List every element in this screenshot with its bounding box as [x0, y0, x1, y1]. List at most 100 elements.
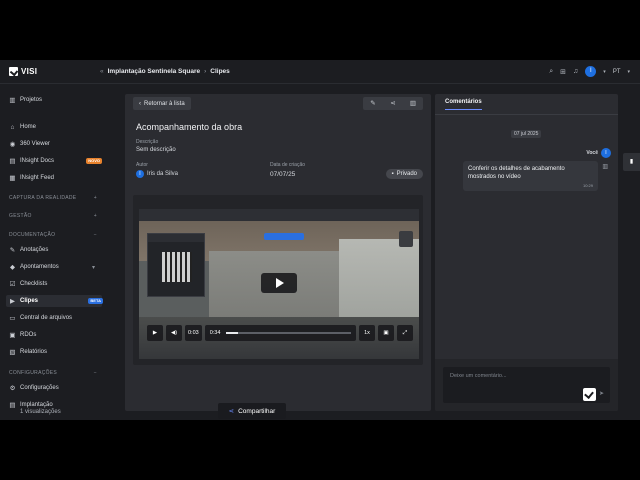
comments-panel: Comentários 07 jul 2025 Você I Conferir … [435, 94, 618, 411]
author-label: Autor [136, 162, 148, 168]
chevron-down-icon[interactable]: ▾ [627, 69, 630, 75]
docs-icon: ▤ [9, 157, 16, 165]
section-label: GESTÃO [9, 213, 32, 219]
search-icon[interactable]: ⌕ [549, 68, 553, 76]
progress-bar[interactable]: 0:34 [204, 325, 356, 341]
video-container: ▶ ◀) 0:03 0:34 1x ▣ ⤢ [133, 195, 423, 365]
collapse-sidebar-icon[interactable]: « [100, 68, 104, 75]
sidebar-item-label: Projetos [20, 97, 43, 103]
avatar[interactable]: I [585, 66, 597, 77]
gear-icon: ⚙ [9, 384, 16, 392]
section-capture[interactable]: CAPTURA DA REALIDADE + [9, 195, 97, 201]
breadcrumb: « Implantação Sentinela Square › Clipes [100, 68, 230, 75]
sidebar-item-rdos[interactable]: ▣ RDOs [9, 329, 101, 341]
top-bar: VISI « Implantação Sentinela Square › Cl… [0, 60, 640, 84]
bell-icon[interactable]: ♫ [573, 68, 578, 75]
breadcrumb-section[interactable]: Clipes [210, 68, 230, 75]
description-value: Sem descrição [136, 147, 176, 153]
sidebar-item-360-viewer[interactable]: ◉ 360 Viewer [9, 138, 101, 150]
chevron-right-icon: › [204, 68, 207, 75]
chevron-down-icon[interactable]: ▾ [603, 69, 606, 75]
minus-icon[interactable]: − [94, 370, 97, 376]
breadcrumb-project[interactable]: Implantação Sentinela Square [108, 68, 200, 75]
sidebar-item-label: INsight Docs [20, 158, 55, 164]
delete-comment-icon[interactable]: ▥ [602, 163, 608, 170]
qr-code-image [162, 252, 192, 282]
author: I Iris da Silva [136, 170, 178, 178]
sidebar-item-label: 360 Viewer [20, 141, 50, 147]
app-logo[interactable]: VISI [9, 67, 37, 76]
tab-comments[interactable]: Comentários [445, 99, 482, 110]
privacy-label: Privado [396, 171, 417, 177]
sidebar-item-label: Central de arquivos [20, 315, 73, 321]
fullscreen-icon[interactable]: ⤢ [397, 325, 413, 341]
progress-track[interactable] [226, 332, 351, 334]
chat-toggle-icon[interactable]: ▮ [623, 153, 640, 171]
section-settings[interactable]: CONFIGURAÇÕES − [9, 370, 97, 376]
sidebar-item-insight-docs[interactable]: ▤ INsight Docs NOVO [9, 155, 102, 167]
description-label: Descrição [136, 139, 159, 145]
top-actions: ⌕ ⊞ ♫ I ▾ PT ▾ [549, 66, 630, 77]
annotation-icon: ✎ [9, 246, 16, 254]
edit-icon[interactable]: ✎ [363, 97, 383, 110]
share-label: Compartilhar [238, 407, 276, 415]
section-management[interactable]: GESTÃO + [9, 213, 97, 219]
sidebar-item-reports[interactable]: ▧ Relatórios [9, 346, 101, 358]
share-icon[interactable]: ⋖ [383, 97, 403, 110]
clip-actions: ✎ ⋖ ▥ [363, 97, 423, 110]
comment-text: Conferir os detalhes de acabamento mostr… [468, 166, 565, 180]
back-label: Retornar à lista [144, 100, 185, 107]
chevron-left-icon: ‹ [139, 100, 141, 107]
sidebar-item-files[interactable]: ▭ Central de arquivos [9, 312, 101, 324]
sidebar-item-home[interactable]: ⌂ Home [9, 121, 101, 133]
date-value: 07/07/25 [270, 171, 296, 178]
visi-logo-icon [9, 67, 18, 76]
grid-icon[interactable]: ⊞ [560, 68, 566, 76]
sidebar-item-annotations[interactable]: ✎ Anotações [9, 244, 101, 256]
view-count: 1 visualizações [20, 409, 61, 415]
sidebar-item-label: Checklists [20, 281, 48, 287]
privacy-badge[interactable]: ▪ Privado [385, 169, 423, 179]
share-button[interactable]: ⋖ Compartilhar [218, 403, 286, 419]
date-chip: 07 jul 2025 [511, 130, 542, 138]
feed-icon: ▦ [9, 174, 16, 182]
report-icon: ▣ [9, 331, 16, 339]
sidebar-item-label: Clipes [20, 298, 39, 304]
lock-icon: ▪ [391, 171, 394, 177]
chart-icon: ▧ [9, 348, 16, 356]
folder-icon: ▭ [9, 314, 16, 322]
sidebar-item-projects[interactable]: ▥ Projetos [9, 94, 101, 106]
plus-icon[interactable]: + [94, 195, 97, 201]
trash-icon[interactable]: ▥ [403, 97, 423, 110]
video-player[interactable]: ▶ ◀) 0:03 0:34 1x ▣ ⤢ [139, 209, 419, 359]
sidebar-item-clipes[interactable]: ▶ Clipes BETA [6, 295, 103, 307]
section-label: CONFIGURAÇÕES [9, 370, 58, 376]
speed-button[interactable]: 1x [359, 325, 375, 341]
volume-icon[interactable]: ◀) [166, 325, 182, 341]
play-button[interactable]: ▶ [147, 325, 163, 341]
video-frame-minimap [399, 231, 413, 247]
clip-icon: ▶ [10, 297, 15, 305]
language-selector[interactable]: PT [613, 69, 621, 75]
page-title: Acompanhamento da obra [136, 122, 243, 132]
sidebar-item-label: Implantação [20, 402, 53, 408]
logo-text: VISI [21, 67, 38, 76]
sidebar-item-label: Configurações [20, 385, 59, 391]
section-documentation[interactable]: DOCUMENTAÇÃO − [9, 232, 97, 238]
picture-in-picture-icon[interactable]: ▣ [378, 325, 394, 341]
sidebar-item-checklists[interactable]: ☑ Checklists [9, 278, 101, 290]
share-icon: ⋖ [228, 408, 235, 415]
section-label: DOCUMENTAÇÃO [9, 232, 56, 238]
divider [435, 114, 618, 115]
back-to-list-button[interactable]: ‹ Retornar à lista [133, 97, 191, 110]
camera-360-icon: ◉ [9, 140, 16, 148]
sidebar-item-insight-feed[interactable]: ▦ INsight Feed [9, 172, 101, 184]
send-icon[interactable]: ➤ [599, 390, 604, 397]
play-icon[interactable] [261, 273, 297, 293]
sidebar-item-apontamentos[interactable]: ◆ Apontamentos ▾ [9, 261, 101, 273]
plus-icon[interactable]: + [94, 213, 97, 219]
minus-icon[interactable]: − [94, 232, 97, 238]
visi-logo-icon[interactable] [583, 388, 596, 401]
chevron-down-icon[interactable]: ▾ [92, 264, 95, 271]
sidebar-item-settings[interactable]: ⚙ Configurações [9, 382, 101, 394]
